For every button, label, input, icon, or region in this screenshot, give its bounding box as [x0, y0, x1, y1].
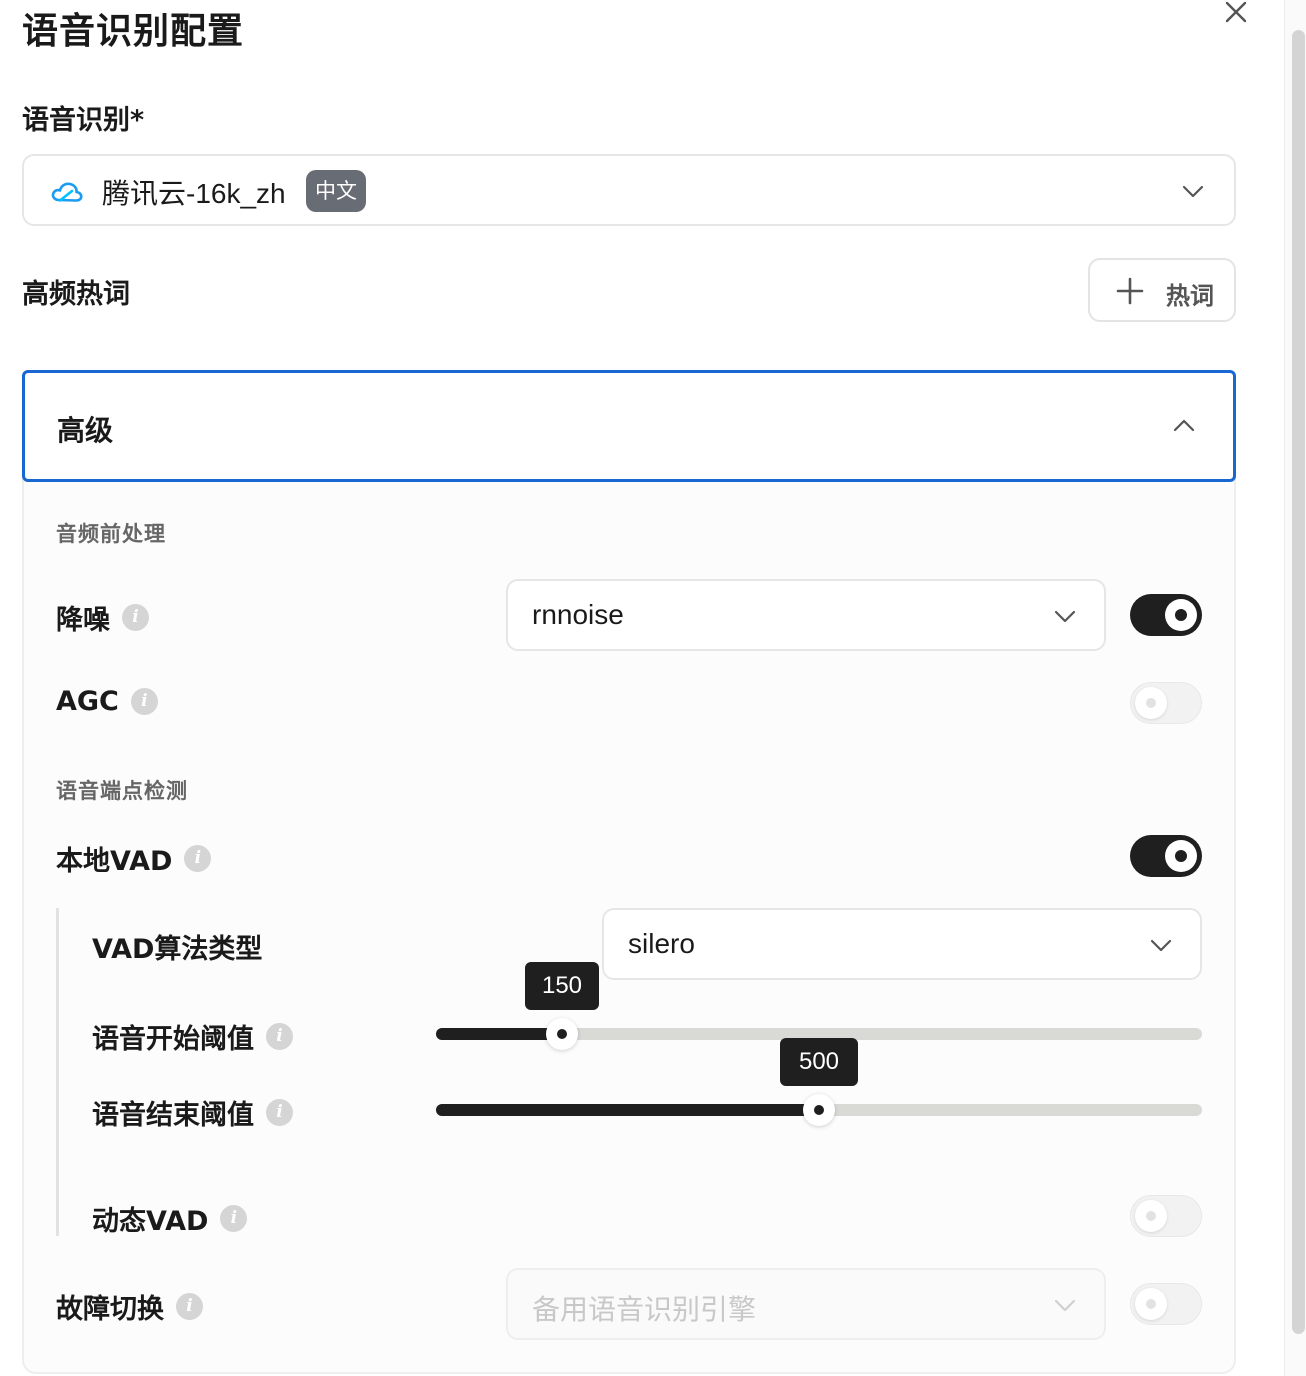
- noise-reduction-toggle[interactable]: [1130, 594, 1202, 636]
- failover-select[interactable]: 备用语音识别引擎: [506, 1268, 1106, 1340]
- end-threshold-label: 语音结束阈值 i: [92, 1093, 293, 1132]
- close-icon[interactable]: [1218, 0, 1254, 30]
- dynamic-vad-label: 动态VAD i: [92, 1199, 248, 1238]
- asr-label: 语音识别*: [22, 105, 145, 136]
- agc-toggle[interactable]: [1130, 682, 1202, 724]
- slider-thumb[interactable]: [803, 1094, 835, 1126]
- asr-selected-value: 腾讯云-16k_zh: [102, 178, 286, 209]
- vad-group-indicator: [56, 908, 59, 1236]
- failover-toggle[interactable]: [1130, 1283, 1202, 1325]
- noise-reduction-text: 降噪: [56, 605, 110, 636]
- noise-reduction-value: rnnoise: [532, 599, 624, 630]
- add-hotword-label: 热词: [1166, 282, 1214, 310]
- scrollbar-thumb[interactable]: [1292, 30, 1305, 1334]
- info-icon[interactable]: i: [266, 1023, 293, 1050]
- vad-algorithm-label: VAD算法类型: [92, 927, 262, 966]
- language-badge: 中文: [306, 170, 366, 212]
- vad-section-title: 语音端点检测: [56, 779, 188, 803]
- add-hotword-button[interactable]: 热词: [1088, 258, 1236, 322]
- info-icon[interactable]: i: [130, 688, 158, 715]
- noise-reduction-select[interactable]: rnnoise: [506, 579, 1106, 651]
- dialog-title: 语音识别配置: [22, 11, 245, 52]
- chevron-down-icon: [1182, 185, 1204, 198]
- noise-reduction-label: 降噪 i: [56, 598, 149, 637]
- plus-icon: [1116, 277, 1144, 305]
- slider-fill: [436, 1104, 819, 1116]
- vad-algorithm-text: VAD算法类型: [92, 934, 263, 965]
- local-vad-label: 本地VAD i: [56, 839, 212, 878]
- failover-label: 故障切换 i: [56, 1287, 203, 1326]
- info-icon[interactable]: i: [266, 1099, 293, 1126]
- cloud-icon: [51, 182, 83, 202]
- end-threshold-tooltip: 500: [780, 1038, 858, 1086]
- local-vad-toggle[interactable]: [1130, 835, 1202, 877]
- slider-fill: [436, 1028, 563, 1040]
- info-icon[interactable]: i: [122, 604, 149, 631]
- vad-algorithm-value: silero: [628, 928, 695, 959]
- agc-text: AGC: [56, 686, 119, 717]
- local-vad-text: 本地VAD: [56, 846, 173, 877]
- agc-label: AGC i: [56, 686, 158, 717]
- start-threshold-tooltip: 150: [525, 962, 599, 1010]
- info-icon[interactable]: i: [220, 1205, 248, 1232]
- failover-text: 故障切换: [56, 1294, 164, 1325]
- info-icon[interactable]: i: [184, 845, 212, 872]
- chevron-down-icon: [1054, 1299, 1076, 1312]
- chevron-down-icon: [1150, 939, 1172, 952]
- vad-algorithm-select[interactable]: silero: [602, 908, 1202, 980]
- asr-select[interactable]: 腾讯云-16k_zh 中文: [22, 154, 1236, 226]
- info-icon[interactable]: i: [176, 1293, 203, 1320]
- dynamic-vad-text: 动态VAD: [92, 1206, 209, 1237]
- chevron-up-icon: [1173, 419, 1195, 432]
- audio-preprocessing-title: 音频前处理: [56, 522, 166, 546]
- end-threshold-slider[interactable]: [436, 1094, 1202, 1126]
- start-threshold-label: 语音开始阈值 i: [92, 1017, 293, 1056]
- failover-placeholder: 备用语音识别引擎: [532, 1294, 757, 1325]
- start-threshold-text: 语音开始阈值: [92, 1024, 254, 1055]
- advanced-header-label: 高级: [57, 414, 114, 447]
- dynamic-vad-toggle[interactable]: [1130, 1195, 1202, 1237]
- advanced-panel-header[interactable]: 高级: [22, 370, 1236, 482]
- hotwords-label: 高频热词: [22, 279, 130, 310]
- chevron-down-icon: [1054, 610, 1076, 623]
- end-threshold-text: 语音结束阈值: [92, 1100, 254, 1131]
